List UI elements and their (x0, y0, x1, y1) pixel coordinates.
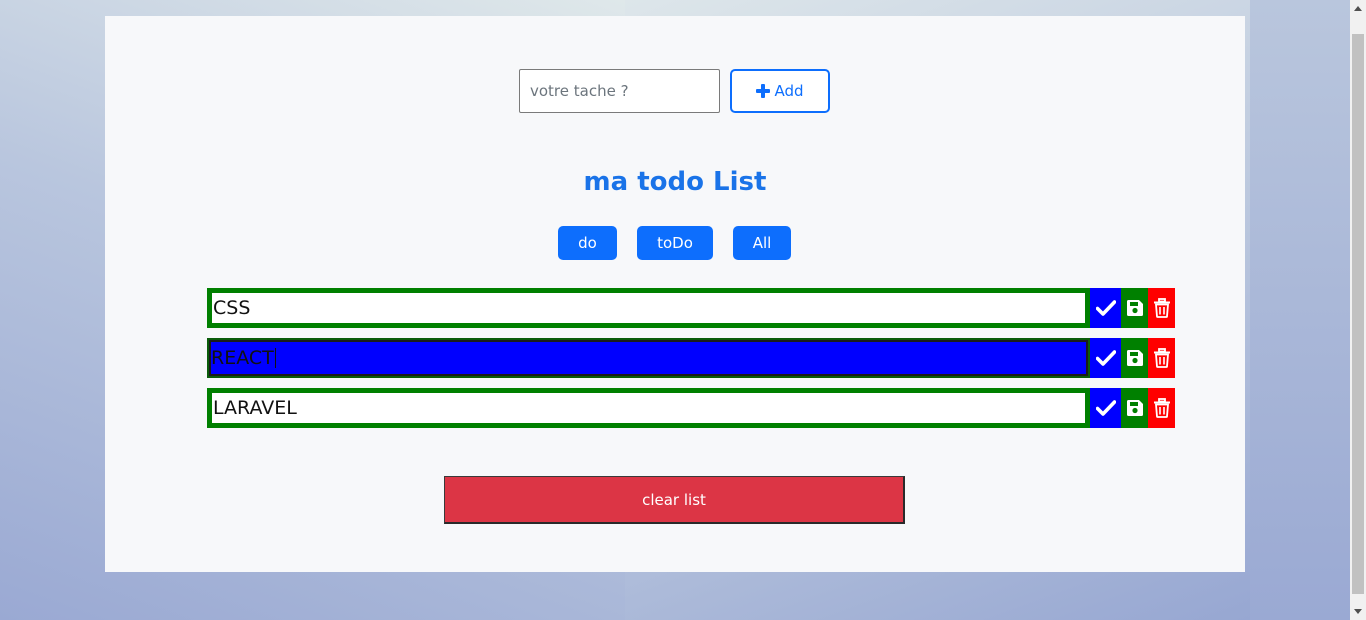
save-button[interactable] (1121, 338, 1148, 378)
trash-icon (1153, 298, 1170, 318)
check-icon (1095, 300, 1116, 316)
task-field[interactable]: CSS (207, 288, 1090, 328)
task-field[interactable]: LARAVEL (207, 388, 1090, 428)
complete-button[interactable] (1090, 388, 1121, 428)
task-text: LARAVEL (213, 397, 297, 419)
background-right (1250, 0, 1350, 620)
floppy-disk-icon (1126, 300, 1143, 316)
page-scrollbar[interactable] (1350, 0, 1366, 620)
page-title: ma todo List (583, 167, 767, 197)
list-item: CSS (207, 288, 1175, 328)
add-task-form: Add (519, 69, 830, 113)
scroll-down-arrow-icon[interactable] (1354, 609, 1362, 614)
todo-card: Add ma todo List do toDo All CSS (105, 16, 1245, 572)
trash-icon (1153, 398, 1170, 418)
scroll-thumb[interactable] (1352, 34, 1364, 594)
task-input[interactable] (519, 69, 720, 113)
complete-button[interactable] (1090, 288, 1121, 328)
list-item: REACT (207, 338, 1175, 378)
delete-button[interactable] (1148, 338, 1175, 378)
floppy-disk-icon (1126, 350, 1143, 366)
task-text: CSS (213, 297, 251, 319)
trash-icon (1153, 348, 1170, 368)
delete-button[interactable] (1148, 388, 1175, 428)
task-text: REACT (211, 347, 274, 369)
save-button[interactable] (1121, 388, 1148, 428)
add-button[interactable]: Add (730, 69, 830, 113)
task-field[interactable]: REACT (207, 338, 1090, 378)
list-item: LARAVEL (207, 388, 1175, 428)
check-icon (1095, 350, 1116, 366)
add-button-label: Add (774, 82, 804, 100)
floppy-disk-icon (1126, 400, 1143, 416)
save-button[interactable] (1121, 288, 1148, 328)
delete-button[interactable] (1148, 288, 1175, 328)
task-list: CSS REACT LARAVEL (207, 288, 1175, 438)
check-icon (1095, 400, 1116, 416)
scroll-up-arrow-icon[interactable] (1354, 6, 1362, 11)
filter-bar: do toDo All (558, 226, 791, 260)
complete-button[interactable] (1090, 338, 1121, 378)
filter-todo-button[interactable]: toDo (637, 226, 713, 260)
plus-icon (756, 84, 771, 98)
filter-do-button[interactable]: do (558, 226, 617, 260)
filter-all-button[interactable]: All (733, 226, 791, 260)
text-caret (274, 348, 276, 368)
clear-list-button[interactable]: clear list (444, 476, 905, 524)
